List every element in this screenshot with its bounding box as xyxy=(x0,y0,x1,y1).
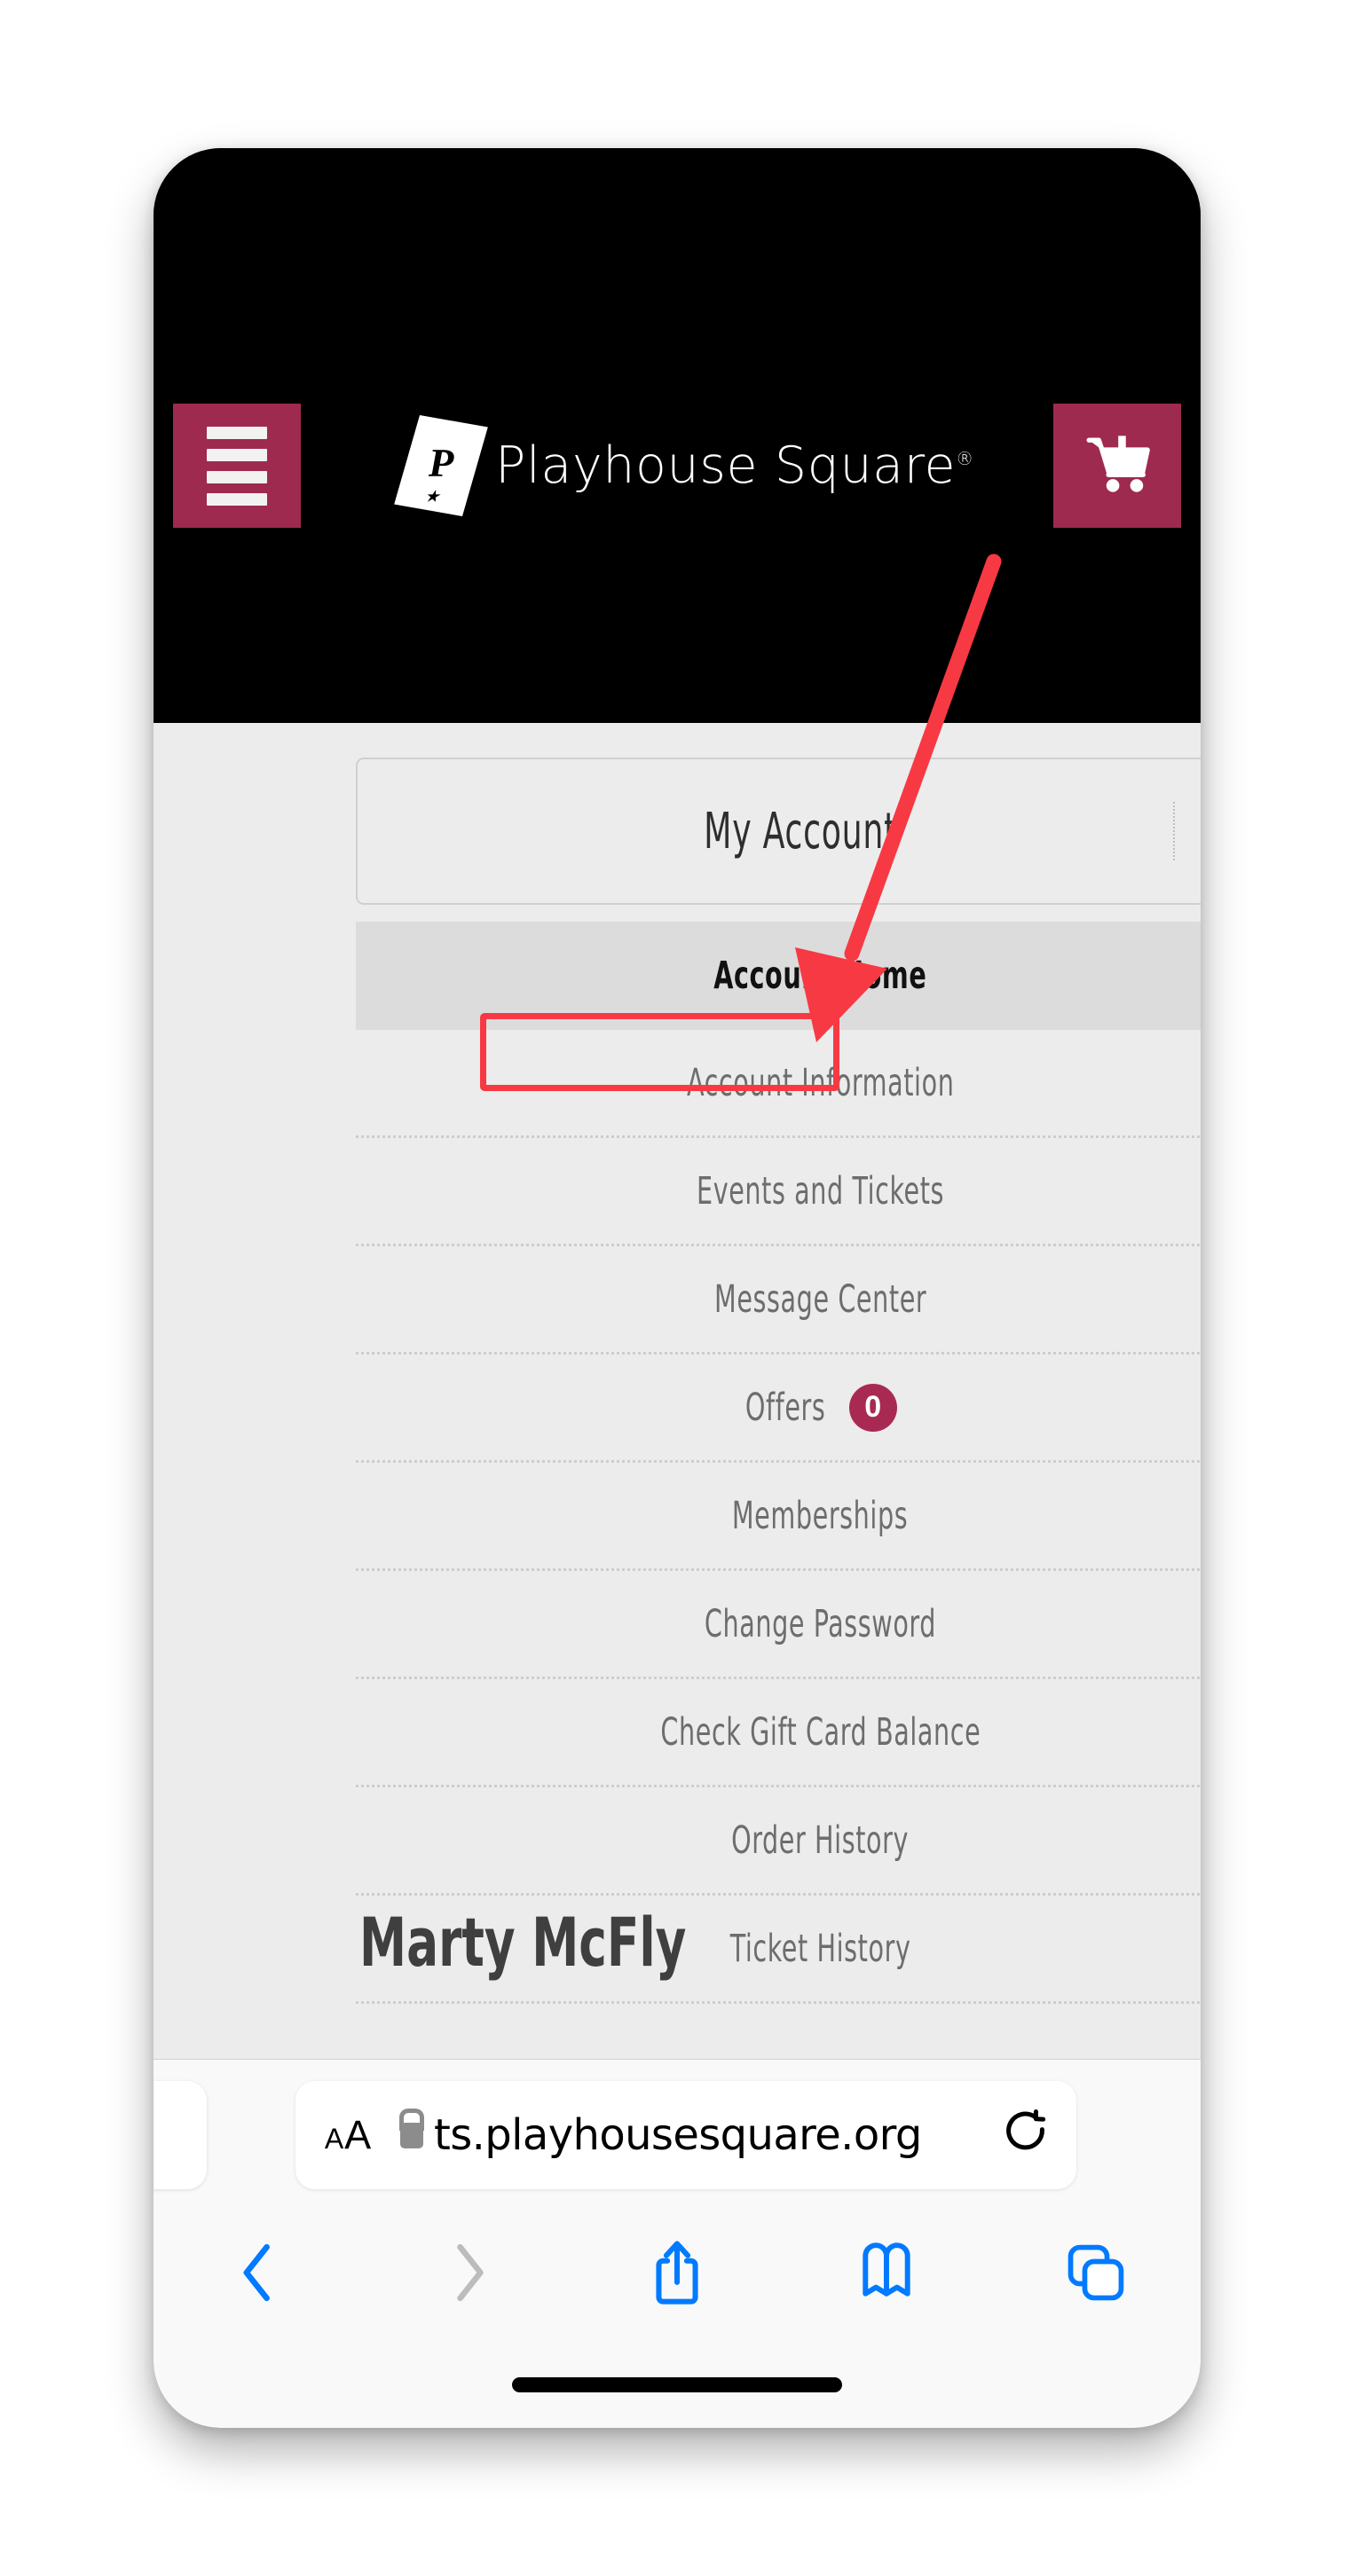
menu-item-label: Ticket History xyxy=(729,1926,911,1971)
menu-item-label: Change Password xyxy=(704,1601,937,1646)
accordion-divider xyxy=(1173,802,1175,860)
lock-icon xyxy=(400,2122,423,2148)
playhouse-square-logo-mark: P ★ xyxy=(394,414,488,517)
brand-name-text: Playhouse Square xyxy=(495,436,957,495)
address-bar[interactable]: AA ts.playhousesquare.org xyxy=(295,2081,1076,2189)
menu-item-order-history[interactable]: Order History xyxy=(356,1787,1201,1896)
menu-item-events-and-tickets[interactable]: Events and Tickets xyxy=(356,1138,1201,1246)
url-text[interactable]: ts.playhousesquare.org xyxy=(434,2110,979,2160)
offers-count-badge: 0 xyxy=(848,1383,897,1432)
page-content: My Account Account Home Account Informat… xyxy=(154,723,1201,2428)
menu-item-label: Offers xyxy=(745,1385,826,1430)
ios-status-bar: 3:35 85 xyxy=(154,148,1201,369)
site-logo[interactable]: P ★ Playhouse Square® xyxy=(394,404,974,528)
chevron-left-icon xyxy=(243,2243,270,2302)
menu-item-check-gift-card-balance[interactable]: Check Gift Card Balance xyxy=(356,1679,1201,1787)
share-button[interactable] xyxy=(572,2239,782,2306)
menu-item-label: Message Center xyxy=(713,1276,927,1322)
text-size-button[interactable]: AA xyxy=(295,2112,400,2158)
home-indicator xyxy=(512,2377,842,2392)
text-size-large-a: A xyxy=(344,2112,372,2157)
menu-item-label: Order History xyxy=(731,1818,910,1863)
chevron-up-icon[interactable] xyxy=(1177,814,1201,848)
screenshot-canvas: 3:35 85 xyxy=(0,0,1355,2576)
menu-item-offers[interactable]: Offers 0 xyxy=(356,1355,1201,1463)
shopping-cart-button[interactable] xyxy=(1053,404,1181,528)
menu-item-memberships[interactable]: Memberships xyxy=(356,1463,1201,1571)
safari-browser-chrome: AA ts.playhousesquare.org xyxy=(154,2059,1201,2428)
back-button[interactable] xyxy=(154,2241,363,2305)
menu-item-message-center[interactable]: Message Center xyxy=(356,1246,1201,1355)
phone-device-frame: 3:35 85 xyxy=(154,148,1201,2428)
tabs-button[interactable] xyxy=(991,2243,1201,2302)
logo-letter: P xyxy=(428,440,454,485)
logo-star-icon: ★ xyxy=(423,487,441,507)
adjacent-tab-preview[interactable] xyxy=(154,2081,207,2189)
registered-trademark-symbol: ® xyxy=(956,448,974,469)
menu-item-label: Check Gift Card Balance xyxy=(660,1709,981,1755)
menu-item-label: Events and Tickets xyxy=(696,1168,944,1213)
account-menu-list: Account Home Account Information Events … xyxy=(356,922,1201,2004)
share-icon xyxy=(656,2241,698,2305)
hamburger-menu-icon xyxy=(207,426,267,506)
my-account-accordion-header[interactable]: My Account xyxy=(356,758,1201,905)
forward-button xyxy=(363,2241,572,2305)
bookmarks-button[interactable] xyxy=(782,2242,991,2304)
text-size-small-a: A xyxy=(324,2123,344,2155)
menu-item-label: Account Information xyxy=(686,1060,955,1105)
menu-item-label: Memberships xyxy=(732,1493,909,1538)
menu-item-account-information[interactable]: Account Information xyxy=(356,1030,1201,1138)
menu-item-label: Account Home xyxy=(713,954,927,998)
menu-item-change-password[interactable]: Change Password xyxy=(356,1571,1201,1679)
shopping-cart-icon xyxy=(1083,429,1152,503)
safari-toolbar xyxy=(154,2211,1201,2335)
tabs-icon xyxy=(1067,2244,1124,2301)
brand-name: Playhouse Square® xyxy=(495,436,974,495)
hamburger-menu-button[interactable] xyxy=(173,404,301,528)
account-holder-name: Marty McFly xyxy=(359,1903,687,1982)
accordion-title: My Account xyxy=(704,802,898,860)
site-header: P ★ Playhouse Square® xyxy=(154,317,1201,723)
menu-item-account-home[interactable]: Account Home xyxy=(356,922,1201,1030)
chevron-right-icon xyxy=(457,2243,484,2302)
reload-icon[interactable] xyxy=(979,2109,1076,2161)
book-icon xyxy=(863,2242,910,2297)
